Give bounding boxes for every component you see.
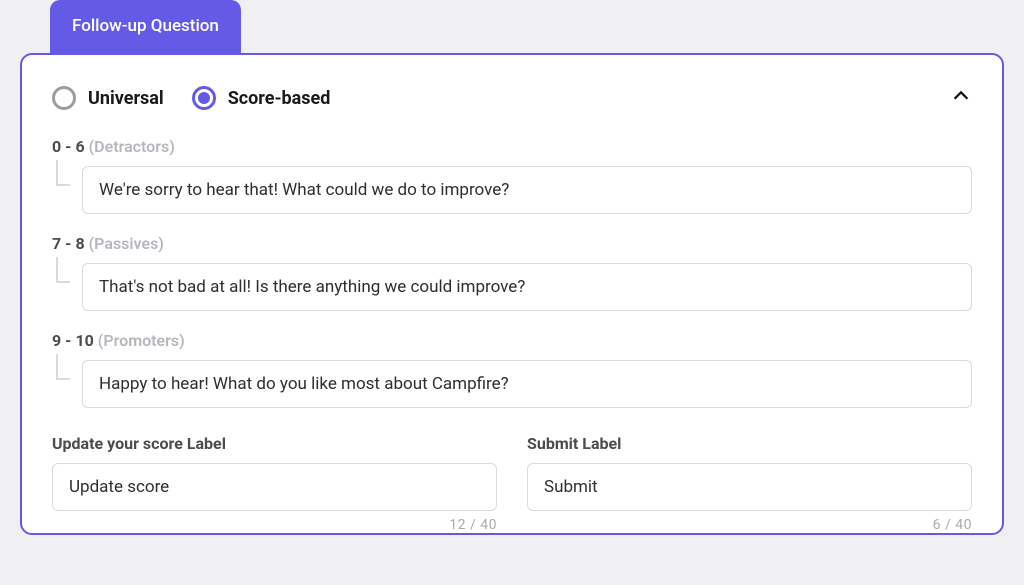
radio-circle-icon	[52, 86, 76, 110]
group-passives-label: 7 - 8 (Passives)	[52, 234, 972, 253]
branch-connector-icon	[52, 263, 74, 311]
update-score-col: Update your score Label 12 / 40	[52, 434, 497, 533]
submit-col: Submit Label 6 / 40	[527, 434, 972, 533]
radio-score-based[interactable]: Score-based	[192, 86, 331, 110]
group-promoters-label: 9 - 10 (Promoters)	[52, 331, 972, 350]
update-score-label: Update your score Label	[52, 434, 497, 453]
collapse-button[interactable]	[950, 85, 972, 111]
group-range: 0 - 6	[52, 137, 85, 156]
submit-input[interactable]	[527, 463, 972, 511]
passives-input[interactable]	[82, 263, 972, 311]
group-detractors-label: 0 - 6 (Detractors)	[52, 137, 972, 156]
group-range: 7 - 8	[52, 234, 85, 253]
group-name: (Passives)	[89, 234, 164, 253]
tab-label: Follow-up Question	[72, 16, 219, 36]
radio-circle-selected-icon	[192, 86, 216, 110]
group-promoters: 9 - 10 (Promoters)	[52, 331, 972, 408]
tab-follow-up-question[interactable]: Follow-up Question	[50, 0, 241, 53]
update-score-input[interactable]	[52, 463, 497, 511]
update-score-char-count: 12 / 40	[52, 517, 497, 533]
group-passives: 7 - 8 (Passives)	[52, 234, 972, 311]
group-range: 9 - 10	[52, 331, 94, 350]
radio-score-based-label: Score-based	[228, 88, 331, 109]
header-row: Universal Score-based	[52, 85, 972, 111]
branch-connector-icon	[52, 166, 74, 214]
branch-connector-icon	[52, 360, 74, 408]
promoters-input[interactable]	[82, 360, 972, 408]
submit-label: Submit Label	[527, 434, 972, 453]
detractors-input[interactable]	[82, 166, 972, 214]
radio-universal[interactable]: Universal	[52, 86, 164, 110]
question-type-radio-group: Universal Score-based	[52, 86, 330, 110]
chevron-up-icon	[950, 92, 972, 111]
radio-universal-label: Universal	[88, 88, 164, 109]
follow-up-card: Universal Score-based 0 - 6 (Detractors)…	[20, 53, 1004, 535]
labels-row: Update your score Label 12 / 40 Submit L…	[52, 434, 972, 533]
submit-char-count: 6 / 40	[527, 517, 972, 533]
group-name: (Promoters)	[98, 331, 185, 350]
group-detractors: 0 - 6 (Detractors)	[52, 137, 972, 214]
group-name: (Detractors)	[89, 137, 175, 156]
